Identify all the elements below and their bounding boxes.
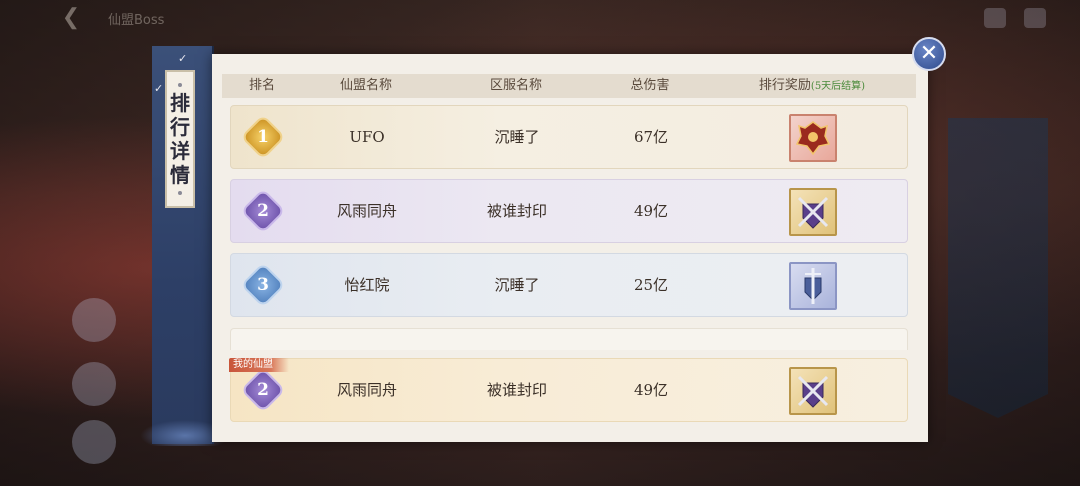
guild-name: 怡红院 [344,276,390,294]
header-server-name: 区服名称 [489,78,543,93]
rank-number: 2 [257,201,269,221]
my-guild-row[interactable]: 2 风雨同舟 被谁封印 49亿 [230,358,908,422]
table-row[interactable]: 2 风雨同舟 被谁封印 49亿 [230,179,908,243]
screen-title: 仙盟Boss [108,13,165,28]
my-guild-tag: 我的仙盟 [229,358,289,372]
header-total-damage: 总伤害 [630,78,670,93]
server-name: 被谁封印 [486,202,548,220]
purple-crossed-swords-crest-icon[interactable] [789,188,837,236]
table-row[interactable]: 3 怡红院 沉睡了 25亿 [230,253,908,317]
list-spacer [230,328,908,350]
guild-name: 风雨同舟 [336,202,398,220]
rank-number: 1 [257,127,269,147]
tab-label: 排 行 详 情 [165,70,195,208]
bird-icon: ✓ [178,52,188,65]
blue-sword-crest-icon[interactable] [789,262,837,310]
ranking-detail-tab[interactable]: ✓ ✓ 排 行 详 情 [152,46,214,444]
table-header: 排名 仙盟名称 区服名称 总伤害 排行奖励(5天后结算) [222,74,916,98]
tab-char: 详 [170,139,190,163]
total-damage: 49亿 [633,381,669,399]
left-nav-icon-3[interactable] [72,420,116,464]
header-rank: 排名 [248,78,276,93]
left-nav-icon-2[interactable] [72,362,116,406]
total-damage: 49亿 [633,202,669,220]
header-guild-name: 仙盟名称 [339,78,393,93]
rank-number: 2 [257,380,269,400]
close-icon[interactable]: ✕ [912,37,946,71]
bird-icon: ✓ [154,82,164,95]
tab-char: 情 [170,163,190,187]
purple-crossed-swords-crest-icon[interactable] [789,367,837,415]
header-reward-label: 排行奖励 [758,78,811,93]
mail-icon[interactable] [1024,8,1046,28]
total-damage: 67亿 [633,128,669,146]
total-damage: 25亿 [633,276,669,294]
background-banner [948,118,1048,418]
header-reward-note: (5天后结算) [810,81,866,92]
tab-char: 排 [170,91,190,115]
table-row[interactable]: 1 UFO 沉睡了 67亿 [230,105,908,169]
server-name: 被谁封印 [486,381,548,399]
top-bar: ❮ 仙盟Boss [0,0,1080,36]
tab-char: 行 [170,115,190,139]
header-reward: 排行奖励(5天后结算) [759,74,865,98]
menu-icon[interactable] [984,8,1006,28]
guild-name: UFO [349,128,385,146]
back-arrow-icon[interactable]: ❮ [58,6,84,30]
left-nav-icon-1[interactable] [72,298,116,342]
server-name: 沉睡了 [494,128,540,146]
guild-name: 风雨同舟 [336,381,398,399]
server-name: 沉睡了 [494,276,540,294]
rank-number: 3 [257,275,269,295]
red-dragon-crest-icon[interactable] [789,114,837,162]
